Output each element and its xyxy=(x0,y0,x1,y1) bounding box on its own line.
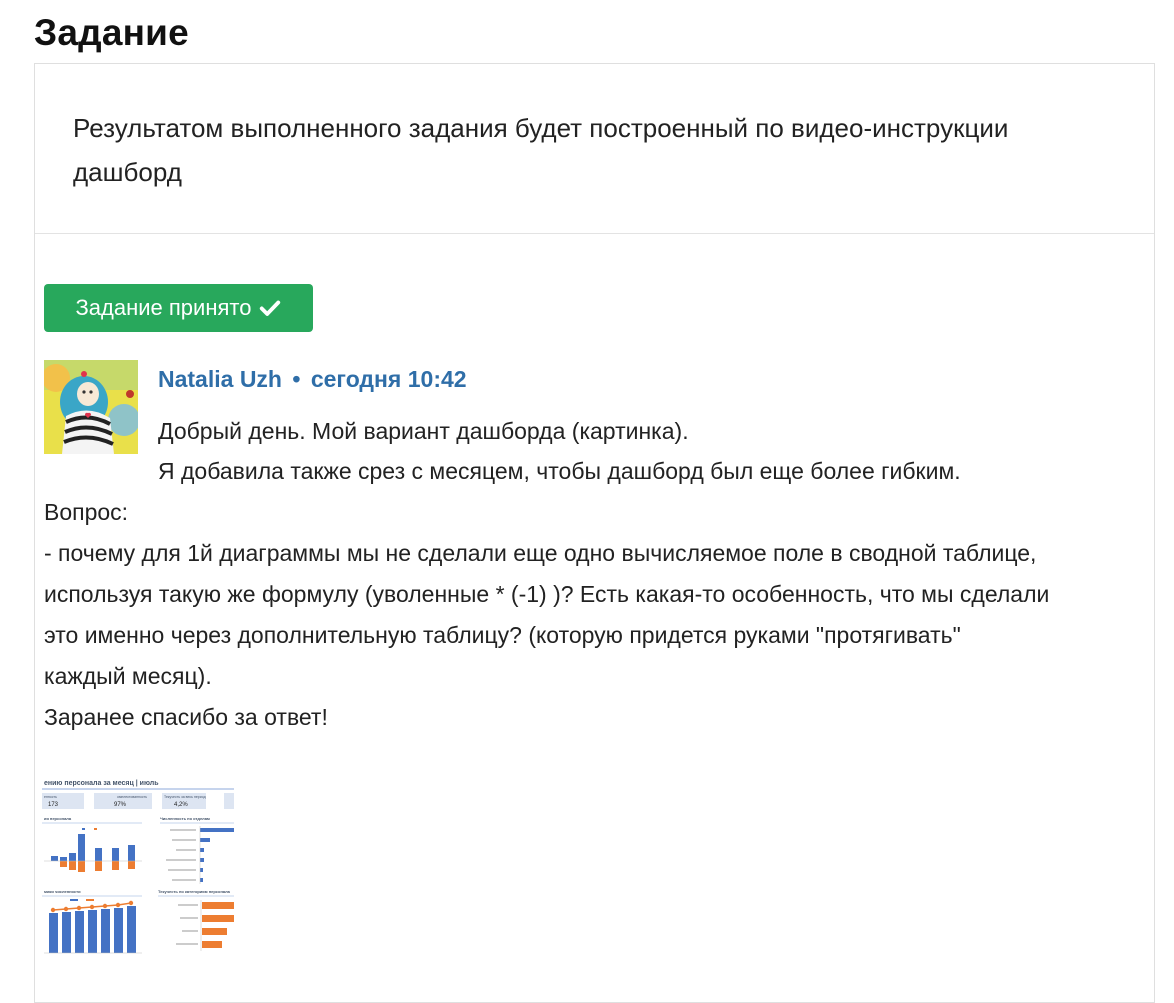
divider xyxy=(35,233,1154,234)
thumb-kpi-label: омплектованность xyxy=(117,795,147,799)
separator-dot: • xyxy=(292,366,301,392)
comment-line: - почему для 1й диаграммы мы не сделали … xyxy=(44,540,1037,566)
avatar[interactable] xyxy=(44,360,138,454)
status-label: Задание принято xyxy=(75,295,252,320)
comment-line: Я добавила также срез с месяцем, чтобы д… xyxy=(158,458,961,484)
thumb-kpi-label: енность xyxy=(44,795,57,799)
comment-line: Заранее спасибо за ответ! xyxy=(44,704,328,730)
comment-line: это именно через дополнительную таблицу?… xyxy=(44,622,961,648)
task-accepted-button[interactable]: Задание принято xyxy=(44,284,313,332)
comment-time[interactable]: сегодня 10:42 xyxy=(311,366,467,392)
thumb-section-title: мики численности xyxy=(44,889,81,894)
author-name[interactable]: Natalia Uzh xyxy=(158,366,282,392)
attachment-dashboard-thumbnail[interactable]: ению персонала за месяц | июль енность 1… xyxy=(42,776,234,958)
comment-line: Вопрос: xyxy=(44,499,129,525)
thumb-kpi-value: 4,2% xyxy=(174,802,188,808)
comment-line: каждый месяц). xyxy=(44,663,212,689)
thumb-kpi-value: 173 xyxy=(48,802,59,808)
thumb-section-title: ия персонала xyxy=(44,816,72,821)
comment-line: используя такую же формулу (уволенные * … xyxy=(44,581,1050,607)
task-description: Результатом выполненного задания будет п… xyxy=(73,113,1009,187)
thumb-section-title: Текучесть по категориям персонала xyxy=(158,889,231,894)
thumb-section-title: Численность по отделам xyxy=(160,816,210,821)
checkmark-icon xyxy=(260,300,281,316)
task-card: Результатом выполненного задания будет п… xyxy=(34,63,1155,1003)
comment-line: Добрый день. Мой вариант дашборда (карти… xyxy=(158,418,689,444)
page-title: Задание xyxy=(34,12,189,53)
thumb-kpi-value: 97% xyxy=(114,802,127,808)
thumb-kpi-label: Текучесть за весь период xyxy=(164,795,206,799)
comment-header: Natalia Uzh • сегодня 10:42 xyxy=(158,366,467,393)
thumb-header: ению персонала за месяц | июль xyxy=(44,780,159,787)
